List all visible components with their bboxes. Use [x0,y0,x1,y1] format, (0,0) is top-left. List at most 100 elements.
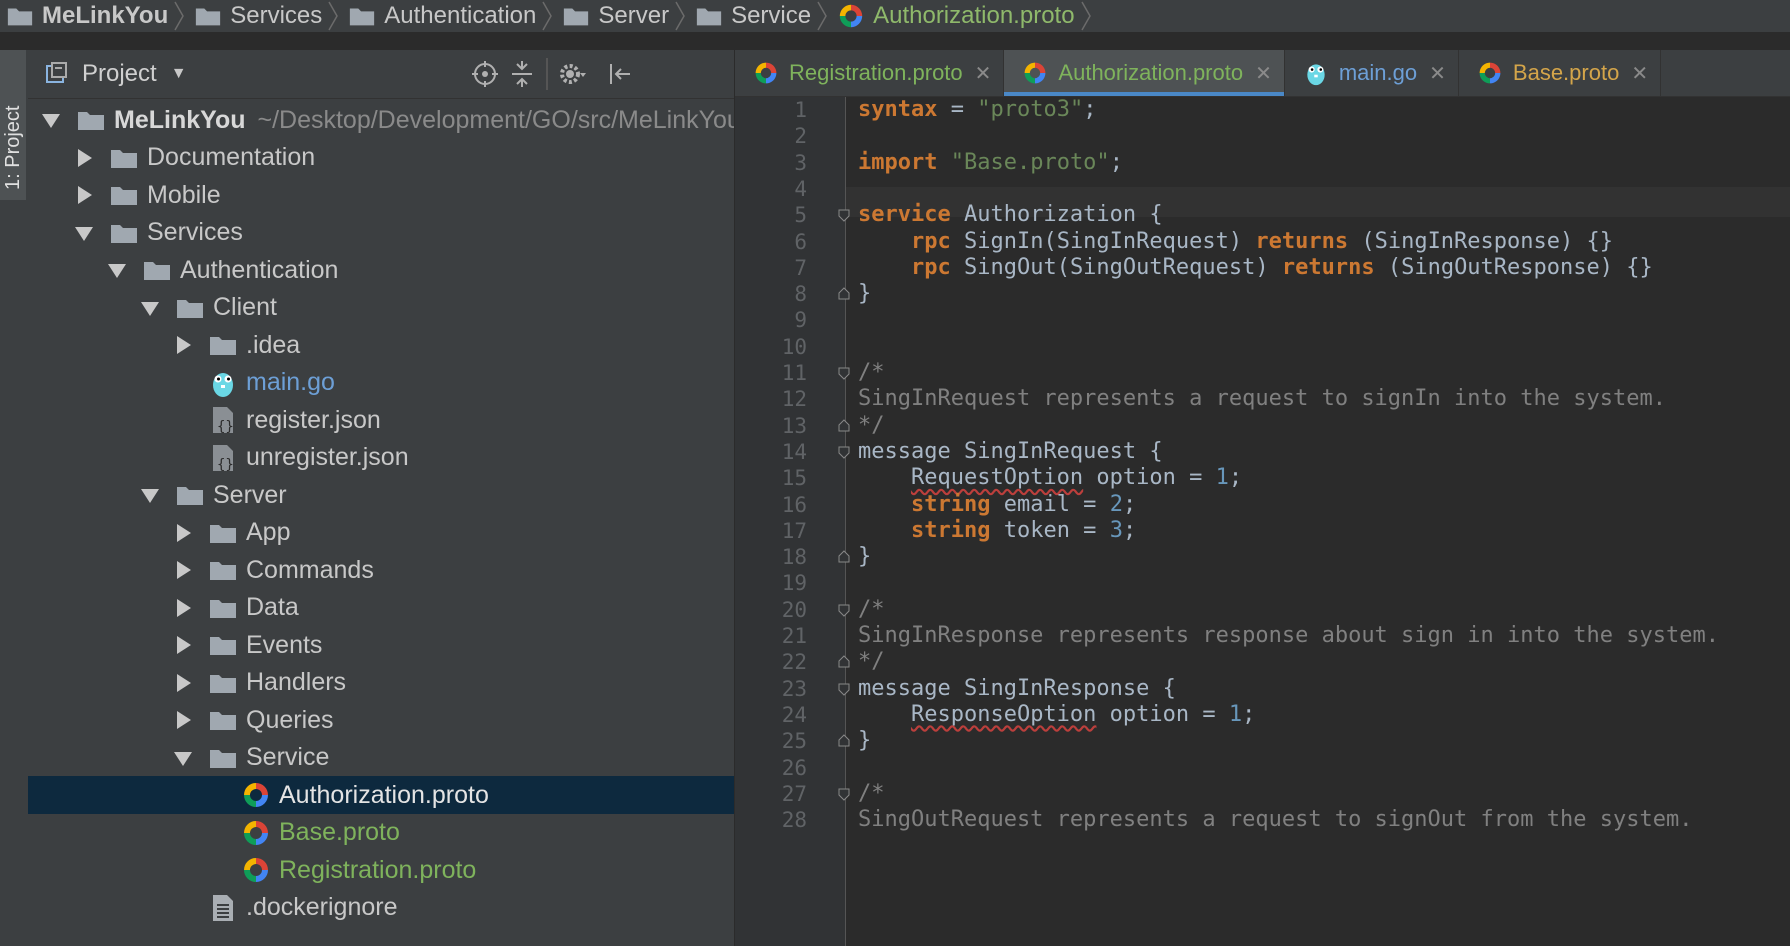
editor-tab-base-proto[interactable]: Base.proto ✕ [1459,50,1662,96]
expand-arrow-right-icon[interactable] [172,634,194,656]
tree-item-queries[interactable]: Queries [28,701,734,739]
expand-arrow-right-icon[interactable] [172,334,194,356]
breadcrumb-item-melinkyou[interactable]: MeLinkYou [0,0,168,32]
fold-end-icon[interactable] [837,550,851,564]
expand-arrow-right-icon[interactable] [172,559,194,581]
tree-item-main-go[interactable]: main.go [28,364,734,402]
close-icon[interactable]: ✕ [1255,61,1272,86]
expand-arrow-down-icon[interactable] [40,109,62,131]
tree-item-server[interactable]: Server [28,476,734,514]
tree-item-unregister-json[interactable]: {} unregister.json [28,439,734,477]
locate-icon[interactable] [471,60,499,88]
code-token: string [910,517,991,543]
tree-item-registration-proto[interactable]: Registration.proto [28,851,734,889]
folder-icon [78,112,104,130]
breadcrumb-item-services[interactable]: Services [188,0,322,32]
expand-arrow-right-icon[interactable] [172,709,194,731]
code-token: service [858,202,951,228]
close-icon[interactable]: ✕ [1429,61,1446,86]
code-token: rpc [910,254,951,280]
tree-item-label: Handlers [246,668,347,696]
tree-item-services[interactable]: Services [28,214,734,252]
fold-end-icon[interactable] [837,418,851,433]
expand-arrow-down-icon[interactable] [172,747,194,769]
fold-start-icon[interactable] [837,208,851,222]
fold-end-icon[interactable] [837,734,851,748]
tree-item-documentation[interactable]: Documentation [28,139,734,177]
fold-start-icon[interactable] [837,366,851,380]
svg-text:{}: {} [217,419,234,435]
breadcrumb-item-authentication[interactable]: Authentication [342,0,536,32]
tree-item-client[interactable]: Client [28,289,734,327]
project-panel-title[interactable]: Project [82,60,157,88]
tree-item-label: Registration.proto [279,855,477,884]
tree-item-events[interactable]: Events [28,626,734,664]
tree-item-authentication[interactable]: Authentication [28,251,734,289]
fold-start-icon[interactable] [837,787,851,801]
fold-end-icon[interactable] [837,287,851,301]
breadcrumb-item-server[interactable]: Server [556,0,669,32]
tree-item-handlers[interactable]: Handlers [28,664,734,702]
fold-end-icon[interactable] [837,655,851,669]
code-token: } [858,728,872,754]
expand-arrow-down-icon[interactable] [139,484,161,506]
expand-arrow-right-icon[interactable] [172,597,194,619]
code-editor[interactable]: 1 2 3 4 5 6 7 8 9 10 11 12 13 14 15 16 17 18 19 20 21 22 23 24 2… [735,97,1790,946]
code-token: SingInRequest represents a request to si… [858,386,1666,412]
hide-panel-icon[interactable] [606,60,634,88]
breadcrumb-item-authorization-proto[interactable]: Authorization.proto [831,0,1075,32]
tree-item-mobile[interactable]: Mobile [28,176,734,214]
tree-item-register-json[interactable]: {} register.json [28,401,734,439]
code-token: ; [1242,701,1256,727]
collapse-all-icon[interactable] [508,60,536,88]
expand-arrow-down-icon[interactable] [139,297,161,319]
code-token: "proto3" [977,97,1084,122]
folder-icon [564,8,589,26]
tree-item-label: MeLinkYou [114,105,246,134]
tree-item-base-proto[interactable]: Base.proto [28,814,734,852]
expand-arrow-down-icon[interactable] [73,222,95,244]
gear-icon[interactable] [558,60,586,88]
expand-arrow-right-icon[interactable] [172,672,194,694]
code-token: returns [1281,254,1375,280]
expand-arrow-right-icon[interactable] [73,184,95,206]
expand-arrow-down-icon[interactable] [106,259,128,281]
breadcrumb-separator-icon [542,1,553,31]
fold-start-icon[interactable] [837,445,851,459]
close-icon[interactable]: ✕ [1631,61,1648,86]
tree-item-data[interactable]: Data [28,589,734,627]
proto-file-icon [244,783,268,807]
proto-file-icon [839,4,863,28]
code-line: rpc SingOut(SingOutRequest) returns (Sin… [858,253,1653,283]
fold-start-icon[interactable] [837,603,851,617]
editor-tab-authorization-proto[interactable]: Authorization.proto ✕ [1004,50,1285,96]
folder-icon [7,8,33,26]
close-icon[interactable]: ✕ [975,61,992,86]
folder-icon [210,712,236,730]
expand-arrow-right-icon[interactable] [73,147,95,169]
code-token: (SingOutResponse) {} [1374,254,1653,280]
tree-item-authorization-proto[interactable]: Authorization.proto [28,776,734,814]
expand-arrow-right-icon[interactable] [172,522,194,544]
tree-item-dockerignore[interactable]: .dockerignore [28,889,734,927]
breadcrumb-label: Authentication [384,2,537,29]
editor-tab-main-go[interactable]: main.go ✕ [1285,50,1459,96]
chevron-down-icon[interactable]: ▼ [171,65,187,83]
breadcrumb-separator-icon [328,1,339,31]
tree-item-app[interactable]: App [28,514,734,552]
tree-item-service[interactable]: Service [28,739,734,777]
code-line: import "Base.proto"; [858,148,1123,178]
folder-icon [196,8,221,26]
project-tool-tab[interactable]: 1: Project [0,50,26,200]
fold-start-icon[interactable] [837,682,851,696]
tree-item-idea[interactable]: .idea [28,326,734,364]
breadcrumb-item-service[interactable]: Service [689,0,811,32]
folder-icon [210,674,236,693]
folder-icon [111,149,137,168]
tree-item-commands[interactable]: Commands [28,551,734,589]
editor-tab-registration-proto[interactable]: Registration.proto ✕ [735,50,1005,96]
tree-item-melinkyou[interactable]: MeLinkYou ~/Desktop/Development/GO/src/Me… [28,101,734,139]
code-line: SingOutRequest represents a request to s… [858,805,1692,835]
project-view-icon[interactable] [44,61,70,87]
